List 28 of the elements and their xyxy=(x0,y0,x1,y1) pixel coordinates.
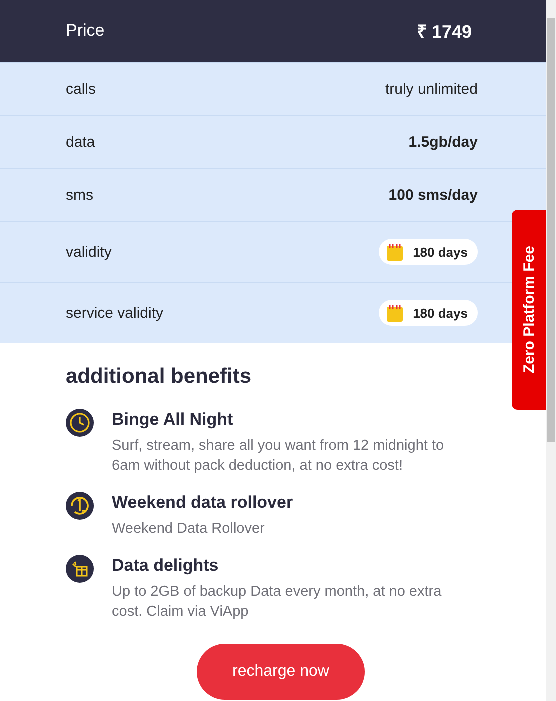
calendar-icon xyxy=(387,304,404,322)
spec-label: sms xyxy=(66,186,94,204)
spec-value: 100 sms/day xyxy=(388,186,478,204)
price-value: ₹ 1749 xyxy=(416,21,472,43)
scrollbar-thumb[interactable] xyxy=(547,18,555,442)
benefit-description: Surf, stream, share all you want from 12 midnight to 6am without pack deduction, at no extra cost! xyxy=(112,437,446,476)
spec-label: service validity xyxy=(66,304,164,322)
price-label: Price xyxy=(66,21,105,41)
scrollbar[interactable] xyxy=(546,0,556,701)
benefit-title: Binge All Night xyxy=(112,410,234,430)
benefit-title: Data delights xyxy=(112,556,220,576)
spec-value: truly unlimited xyxy=(385,80,478,98)
rollover-icon xyxy=(66,492,94,520)
badge-text: 180 days xyxy=(413,244,468,260)
spec-label: data xyxy=(66,134,96,150)
benefit-description: Up to 2GB of backup Data every month, at no extra cost. Claim via ViApp xyxy=(112,583,443,622)
benefit-title: Weekend data rollover xyxy=(112,493,294,513)
spec-value: 1.5gb/day xyxy=(408,134,478,150)
gift-icon xyxy=(66,555,94,583)
clock-icon xyxy=(66,409,94,437)
spec-label: validity xyxy=(66,244,112,260)
recharge-button[interactable]: recharge now xyxy=(197,644,365,700)
calendar-icon xyxy=(387,243,404,261)
section-title: additional benefits xyxy=(66,365,253,389)
badge-text: 180 days xyxy=(413,306,468,320)
side-tab[interactable]: Zero Platform Fee xyxy=(512,210,546,410)
spec-label: calls xyxy=(66,80,96,98)
benefit-description: Weekend Data Rollover xyxy=(112,520,266,539)
